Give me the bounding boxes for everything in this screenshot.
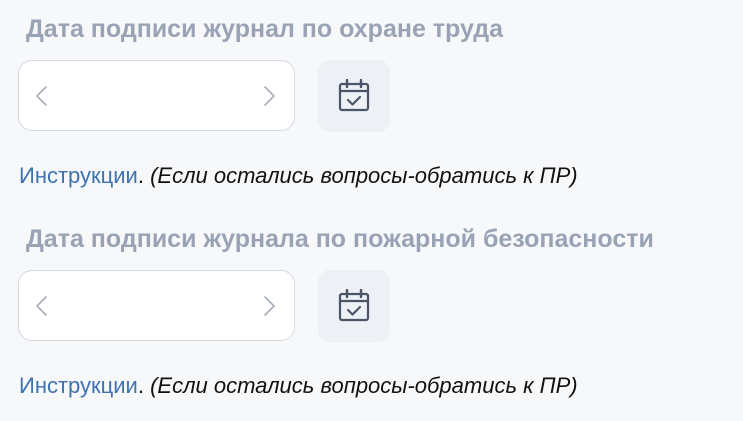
info-line: Инструкции. (Если остались вопросы-обрат… — [19, 372, 578, 400]
help-note: (Если остались вопросы-обратись к ПР) — [150, 163, 578, 188]
chevron-right-icon[interactable] — [259, 295, 279, 317]
chevron-left-icon[interactable] — [32, 295, 52, 317]
calendar-button[interactable] — [318, 60, 390, 132]
link-period: . — [137, 163, 144, 188]
instructions-link[interactable]: Инструкции — [19, 373, 138, 398]
chevron-right-icon[interactable] — [259, 85, 279, 107]
date-field[interactable] — [18, 60, 295, 131]
link-period: . — [137, 373, 144, 398]
section-title: Дата подписи журнала по пожарной безопас… — [26, 225, 654, 253]
info-line: Инструкции. (Если остались вопросы-обрат… — [19, 162, 578, 190]
section-title: Дата подписи журнал по охране труда — [26, 15, 504, 43]
help-note: (Если остались вопросы-обратись к ПР) — [150, 373, 578, 398]
calendar-button[interactable] — [318, 270, 390, 342]
date-field[interactable] — [18, 270, 295, 341]
calendar-check-icon — [338, 289, 370, 322]
calendar-check-icon — [338, 79, 370, 112]
instructions-link[interactable]: Инструкции — [19, 163, 138, 188]
chevron-left-icon[interactable] — [32, 85, 52, 107]
